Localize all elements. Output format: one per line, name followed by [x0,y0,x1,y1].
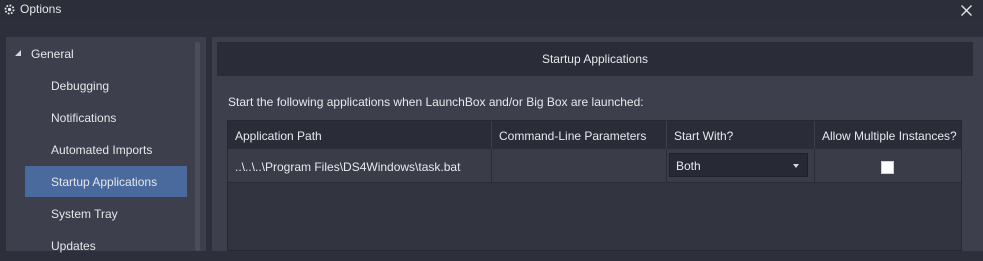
sidebar-item-label: Startup Applications [51,175,158,189]
cell-allow-multiple-instances [815,149,961,182]
sidebar-item-debugging[interactable]: Debugging [25,70,187,101]
sidebar-group-general[interactable]: General [6,42,196,66]
sidebar-item-label: Automated Imports [51,143,153,157]
table-header: Application Path Command-Line Parameters… [228,121,961,149]
column-header-application-path[interactable]: Application Path [228,121,492,149]
column-header-allow-multiple-instances[interactable]: Allow Multiple Instances? [815,121,961,149]
expand-arrow-icon [15,50,21,56]
start-with-dropdown[interactable]: Both [669,153,808,177]
startup-apps-table: Application Path Command-Line Parameters… [227,120,962,251]
sidebar-group-label: General [31,47,74,61]
title-bar: Options [0,0,983,20]
sidebar-item-startup-applications[interactable]: Startup Applications [25,166,187,197]
sidebar-item-updates[interactable]: Updates [25,230,187,261]
cell-start-with: Both [667,149,815,182]
allow-multiple-instances-checkbox[interactable] [881,161,894,174]
chevron-down-icon [793,164,799,168]
close-icon [960,4,972,16]
section-header: Startup Applications [217,42,973,76]
sidebar-item-notifications[interactable]: Notifications [25,102,187,133]
gear-icon [4,4,15,15]
sidebar-item-label: Debugging [51,79,110,93]
column-header-command-line-parameters[interactable]: Command-Line Parameters [492,121,667,149]
section-title: Startup Applications [541,52,649,66]
close-button[interactable] [957,1,975,19]
sidebar-item-label: System Tray [51,207,118,221]
content-panel: Startup Applications Start the following… [212,37,983,251]
cell-application-path[interactable]: ..\..\..\Program Files\DS4Windows\task.b… [228,149,492,182]
sidebar: General Debugging Notifications Automate… [6,37,206,253]
window-title: Options [20,2,62,16]
sidebar-scrollbar[interactable] [195,42,200,251]
sidebar-item-system-tray[interactable]: System Tray [25,198,187,229]
column-header-start-with[interactable]: Start With? [667,121,815,149]
sidebar-item-automated-imports[interactable]: Automated Imports [25,134,187,165]
section-description: Start the following applications when La… [228,95,644,109]
sidebar-item-label: Notifications [51,111,117,125]
table-row[interactable]: ..\..\..\Program Files\DS4Windows\task.b… [228,149,961,183]
cell-command-line-parameters[interactable] [492,149,667,182]
